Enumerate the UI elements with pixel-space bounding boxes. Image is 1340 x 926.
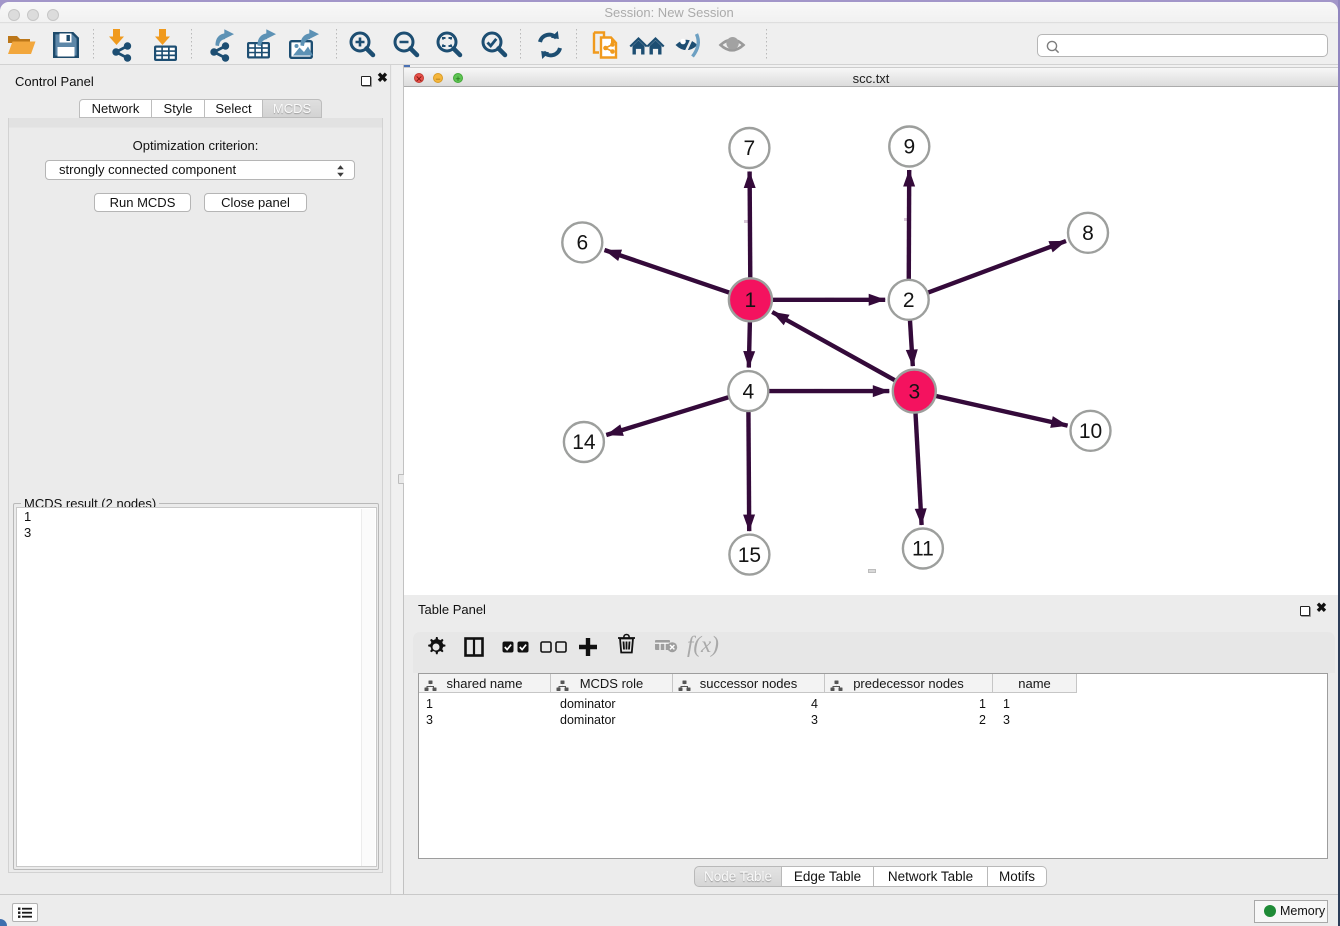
svg-text:2: 2 (903, 289, 915, 312)
svg-text:14: 14 (572, 431, 596, 454)
svg-text:1: 1 (745, 289, 757, 312)
svg-text:10: 10 (1079, 420, 1102, 443)
svg-text:4: 4 (742, 380, 754, 403)
svg-text:3: 3 (908, 380, 920, 403)
svg-text:15: 15 (738, 544, 761, 567)
svg-text:8: 8 (1082, 222, 1094, 245)
svg-text:7: 7 (744, 137, 756, 160)
svg-text:6: 6 (576, 232, 588, 255)
svg-text:11: 11 (912, 538, 934, 561)
svg-text:9: 9 (903, 136, 915, 159)
